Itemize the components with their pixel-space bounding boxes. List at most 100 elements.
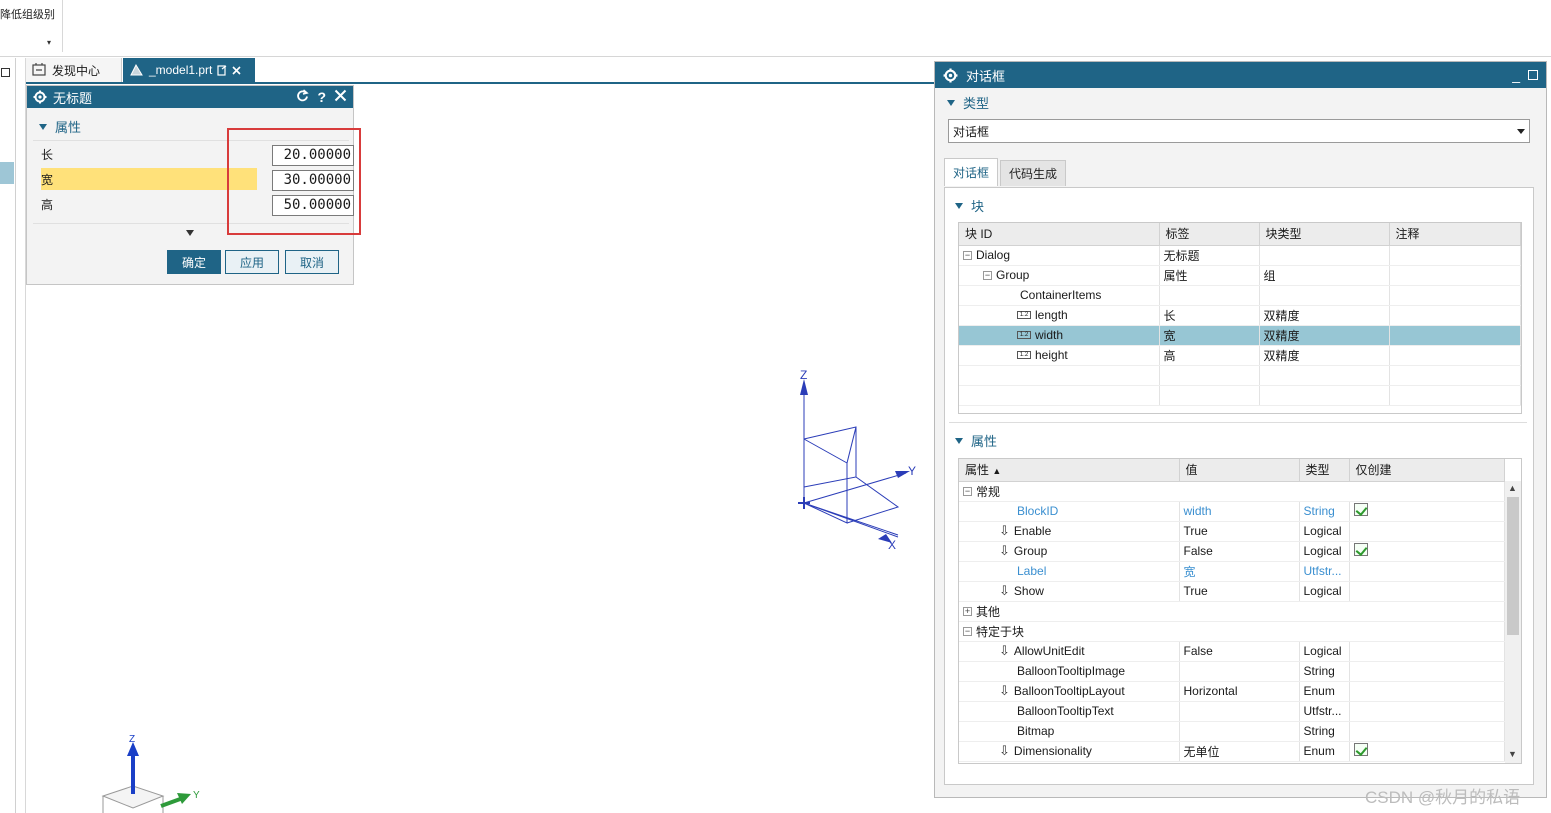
property-row[interactable]: Label 宽 Utfstr... xyxy=(959,561,1505,582)
property-row[interactable]: ⇩ Group False Logical xyxy=(959,541,1505,562)
group-name: 常规 xyxy=(976,484,1001,499)
axis-label-x: X xyxy=(888,538,896,552)
property-row[interactable]: ⇩ AllowUnitEdit False Logical xyxy=(959,641,1505,662)
resource-bar-active-item[interactable] xyxy=(0,162,14,184)
apply-button[interactable]: 应用 xyxy=(225,250,279,274)
section-header-properties[interactable]: 属性 xyxy=(955,431,997,450)
property-value[interactable]: False xyxy=(1179,641,1300,662)
maximize-icon[interactable] xyxy=(1528,70,1538,80)
property-group-row[interactable]: − 特定于块 xyxy=(959,621,1505,642)
scroll-down-icon[interactable]: ▼ xyxy=(1508,749,1517,759)
type-select-value: 对话框 xyxy=(953,124,990,139)
expand-node-icon[interactable]: + xyxy=(963,606,972,616)
column-header-property[interactable]: 属性 ▲ xyxy=(959,459,1180,482)
collapse-node-icon[interactable]: − xyxy=(963,486,972,496)
block-label: 无标题 xyxy=(1159,245,1260,266)
section-title: 属性 xyxy=(971,434,998,449)
column-header-block-id[interactable]: 块 ID xyxy=(959,223,1160,246)
property-group-row[interactable]: + 其他 xyxy=(959,601,1505,622)
tab-label: 发现中心 xyxy=(52,63,101,78)
table-row[interactable]: 1.2 length 长 双精度 xyxy=(959,305,1521,326)
create-only-checkbox[interactable] xyxy=(1353,743,1368,756)
property-value[interactable] xyxy=(1179,721,1300,742)
block-note xyxy=(1389,285,1521,306)
table-row-empty xyxy=(959,365,1521,386)
block-label: 属性 xyxy=(1159,265,1260,286)
minimize-icon[interactable]: _ xyxy=(1512,67,1520,83)
type-select[interactable]: 对话框 xyxy=(948,119,1530,143)
property-row[interactable]: BalloonTooltipImage String xyxy=(959,661,1505,682)
inherited-arrow-icon: ⇩ xyxy=(999,743,1010,758)
demote-group-command[interactable]: 降低组级别 xyxy=(0,6,55,22)
tab-discovery-center[interactable]: 发现中心 xyxy=(26,58,122,82)
property-value[interactable] xyxy=(1179,701,1300,722)
table-row[interactable]: − Group 属性 组 xyxy=(959,265,1521,286)
table-row-selected[interactable]: 1.2 width 宽 双精度 xyxy=(959,325,1521,346)
tab-dialog[interactable]: 对话框 xyxy=(944,158,999,186)
close-icon[interactable] xyxy=(334,89,347,102)
property-row[interactable]: ⇩ BalloonTooltipLayout Horizontal Enum xyxy=(959,681,1505,702)
more-options-icon[interactable] xyxy=(186,230,194,236)
property-name: BlockID xyxy=(959,501,1180,522)
scrollbar-thumb[interactable] xyxy=(1507,497,1519,635)
property-row[interactable]: ⇩ Enable True Logical xyxy=(959,521,1505,542)
tab-code-generation[interactable]: 代码生成 xyxy=(1000,160,1067,186)
collapse-node-icon[interactable]: − xyxy=(983,270,992,280)
dialog-tab-panel: 块 块 ID 标签 块类型 注释 − Dialog 无标题 − Group 属性… xyxy=(944,187,1534,785)
property-value[interactable]: 无单位 xyxy=(1179,741,1300,762)
column-header-type[interactable]: 类型 xyxy=(1299,459,1350,482)
table-row[interactable]: ContainerItems xyxy=(959,285,1521,306)
block-type: 双精度 xyxy=(1259,325,1390,346)
collapse-node-icon[interactable]: − xyxy=(963,626,972,636)
property-value[interactable]: True xyxy=(1179,521,1300,542)
property-value[interactable] xyxy=(1179,661,1300,682)
column-header-block-type[interactable]: 块类型 xyxy=(1259,223,1390,246)
collapse-node-icon[interactable]: − xyxy=(963,250,972,260)
column-header-value[interactable]: 值 xyxy=(1179,459,1300,482)
property-value[interactable]: True xyxy=(1179,581,1300,602)
section-header-blocks[interactable]: 块 xyxy=(955,196,984,215)
property-row[interactable]: Bitmap String xyxy=(959,721,1505,742)
close-tab-icon[interactable] xyxy=(232,65,241,75)
discovery-center-icon xyxy=(32,63,46,76)
property-row[interactable]: ⇩ Dimensionality 无单位 Enum xyxy=(959,741,1505,762)
property-value[interactable]: Horizontal xyxy=(1179,681,1300,702)
property-type: Enum xyxy=(1299,741,1350,762)
ribbon-dropdown-icon[interactable]: ▾ xyxy=(47,38,51,47)
preview-dialog-titlebar[interactable]: 无标题 ? xyxy=(27,86,353,108)
block-styler-titlebar[interactable]: 对话框 _ xyxy=(935,62,1546,88)
scroll-up-icon[interactable]: ▲ xyxy=(1508,483,1517,493)
section-header-type[interactable]: 类型 xyxy=(947,93,989,112)
create-only-checkbox[interactable] xyxy=(1353,503,1368,516)
column-header-create-only[interactable]: 仅创建 xyxy=(1349,459,1505,482)
block-note xyxy=(1389,345,1521,366)
window-square-icon[interactable] xyxy=(1,68,10,77)
property-value[interactable]: False xyxy=(1179,541,1300,562)
property-grid-scrollbar[interactable]: ▲ ▼ xyxy=(1505,481,1521,763)
section-title: 属性 xyxy=(55,120,82,135)
property-value[interactable]: 宽 xyxy=(1179,561,1300,582)
property-row[interactable]: ⇩ Show True Logical xyxy=(959,581,1505,602)
property-row[interactable]: BlockID width String xyxy=(959,501,1505,522)
block-tree-table: 块 ID 标签 块类型 注释 − Dialog 无标题 − Group 属性 组… xyxy=(958,222,1522,414)
row-label: 高 xyxy=(41,197,54,212)
collapse-caret-icon xyxy=(39,123,47,130)
tab-model-part[interactable]: _model1.prt xyxy=(123,58,255,82)
property-type: Utfstr... xyxy=(1299,561,1350,582)
cancel-button[interactable]: 取消 xyxy=(285,250,339,274)
property-value[interactable]: width xyxy=(1179,501,1300,522)
property-grid: 属性 ▲ 值 类型 仅创建 −常规 BlockID width String xyxy=(958,458,1522,764)
block-id: length xyxy=(1035,308,1068,322)
block-styler-dialog: 对话框 _ 类型 对话框 对话框 代码生成 块 块 ID 标签 块类型 注释 −… xyxy=(934,61,1547,798)
help-icon[interactable]: ? xyxy=(317,89,326,105)
create-only-checkbox[interactable] xyxy=(1353,543,1368,556)
property-row[interactable]: BalloonTooltipText Utfstr... xyxy=(959,701,1505,722)
property-group-row[interactable]: − 常规 xyxy=(959,481,1505,502)
reset-icon[interactable] xyxy=(296,89,310,102)
column-header-label[interactable]: 标签 xyxy=(1159,223,1260,246)
section-header-properties[interactable]: 属性 xyxy=(39,117,81,136)
ok-button[interactable]: 确定 xyxy=(167,250,221,274)
table-row[interactable]: − Dialog 无标题 xyxy=(959,245,1521,266)
column-header-note[interactable]: 注释 xyxy=(1389,223,1521,246)
table-row[interactable]: 1.2 height 高 双精度 xyxy=(959,345,1521,366)
